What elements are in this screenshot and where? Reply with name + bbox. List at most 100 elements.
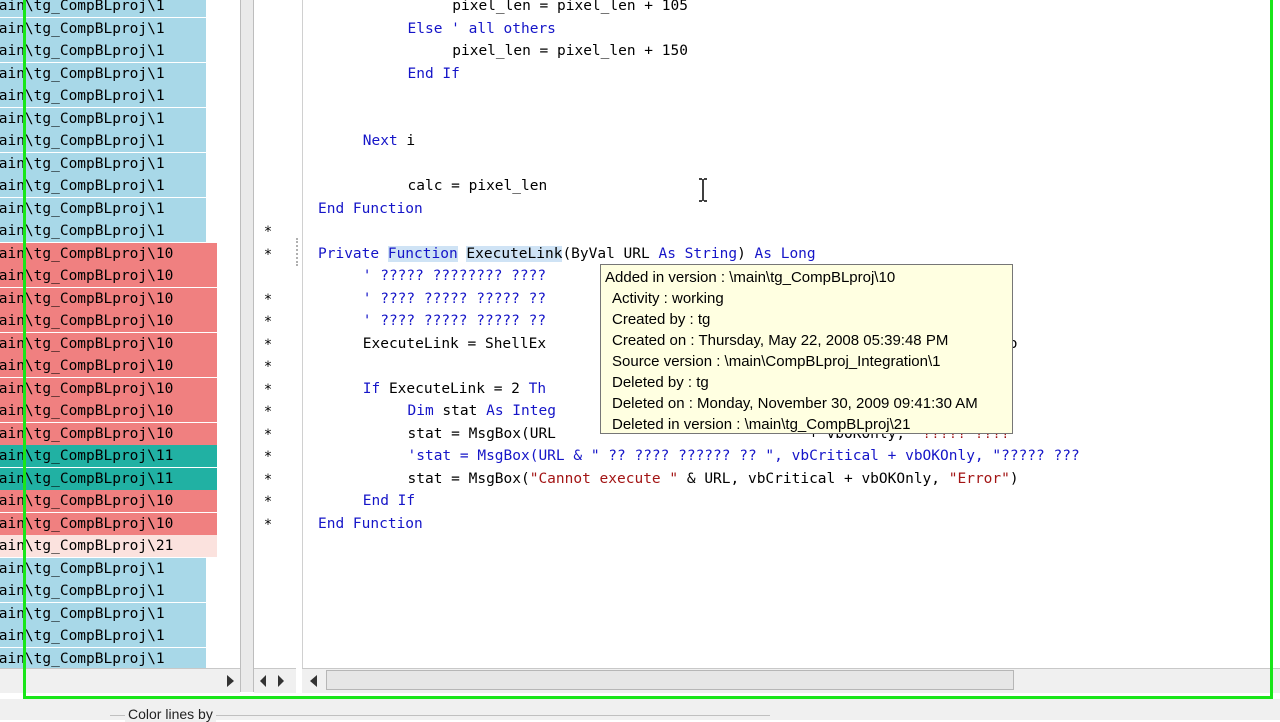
change-marker: * [264, 314, 272, 330]
version-row-label: main\tg_CompBLproj\10 [0, 425, 174, 442]
version-row-label: main\tg_CompBLproj\1 [0, 155, 165, 172]
version-row[interactable]: main\tg_CompBLproj\1 [0, 580, 206, 602]
version-row-label: main\tg_CompBLproj\1 [0, 223, 165, 239]
version-row[interactable]: main\tg_CompBLproj\1 [0, 625, 206, 647]
code-token: As Integ [486, 403, 556, 419]
version-row[interactable]: main\tg_CompBLproj\11 [0, 467, 217, 490]
version-row[interactable]: main\tg_CompBLproj\1 [0, 0, 206, 17]
version-row[interactable]: main\tg_CompBLproj\10 [0, 377, 217, 400]
version-row[interactable]: main\tg_CompBLproj\10 [0, 242, 217, 265]
code-token: 'stat = MsgBox(URL & " ?? ???? ?????? ??… [407, 448, 1080, 464]
code-line[interactable]: stat = MsgBox("Cannot execute " & URL, v… [408, 468, 1019, 490]
version-row[interactable]: main\tg_CompBLproj\1 [0, 175, 206, 197]
version-row[interactable]: main\tg_CompBLproj\1 [0, 85, 206, 107]
version-row-label: main\tg_CompBLproj\1 [0, 133, 165, 149]
code-line[interactable]: ' ????? ???????? ???? [363, 265, 546, 287]
code-line[interactable]: ' ???? ????? ????? ?? [363, 288, 546, 310]
code-token: stat [433, 403, 487, 419]
version-row[interactable]: main\tg_CompBLproj\1 [0, 220, 206, 242]
code-token: End Function [318, 200, 423, 217]
code-token: ExecuteLink [466, 245, 563, 262]
version-row[interactable]: main\tg_CompBLproj\1 [0, 40, 206, 62]
code-token: "Cannot execute " [529, 470, 679, 487]
version-row-label: main\tg_CompBLproj\21 [0, 538, 174, 554]
version-row-label: main\tg_CompBLproj\10 [0, 268, 174, 284]
arrow-right-icon[interactable] [278, 675, 284, 687]
version-row[interactable]: main\tg_CompBLproj\1 [0, 602, 206, 625]
code-token: ) [1009, 470, 1019, 487]
change-marker: * [264, 336, 272, 353]
code-line[interactable]: Private Function ExecuteLink(ByVal URL A… [318, 243, 816, 265]
pane-splitter[interactable] [240, 0, 254, 692]
arrow-right-icon[interactable] [227, 675, 234, 687]
code-token: End If [407, 65, 460, 82]
code-line[interactable]: End If [363, 490, 415, 512]
version-row[interactable]: main\tg_CompBLproj\10 [0, 422, 217, 445]
code-line[interactable]: pixel_len = pixel_len + 150 [452, 40, 688, 62]
code-line[interactable]: If ExecuteLink = 2 Th [363, 378, 546, 400]
version-row[interactable]: main\tg_CompBLproj\11 [0, 445, 217, 467]
change-marker: * [264, 449, 272, 465]
code-line[interactable]: calc = pixel_len [408, 175, 548, 197]
code-token: stat = MsgBox( [407, 470, 530, 487]
change-marker: * [264, 246, 272, 263]
version-row[interactable]: main\tg_CompBLproj\10 [0, 332, 217, 355]
version-row-label: main\tg_CompBLproj\1 [0, 583, 165, 599]
code-line[interactable]: End Function [318, 198, 423, 220]
code-token: Dim [407, 403, 434, 419]
code-line[interactable]: Else ' all others [408, 18, 556, 40]
scroll-thumb[interactable] [326, 670, 1014, 690]
marker-hscrollbar[interactable] [254, 668, 296, 693]
version-row-label: main\tg_CompBLproj\1 [0, 0, 165, 14]
version-row-label: main\tg_CompBLproj\10 [0, 493, 174, 509]
code-line[interactable]: ' ???? ????? ????? ?? [363, 310, 546, 332]
version-row-label: main\tg_CompBLproj\1 [0, 65, 165, 82]
version-pane-hscrollbar[interactable] [0, 668, 240, 693]
code-line[interactable]: End Function [318, 513, 423, 535]
version-row[interactable]: main\tg_CompBLproj\10 [0, 265, 217, 287]
version-tooltip: Added in version : \main\tg_CompBLproj\1… [600, 264, 1013, 434]
version-row-label: main\tg_CompBLproj\1 [0, 20, 165, 37]
version-row-label: main\tg_CompBLproj\1 [0, 88, 165, 104]
code-token: ExecuteLink = 2 [380, 380, 529, 397]
version-row[interactable]: main\tg_CompBLproj\21 [0, 535, 217, 557]
code-token: pixel_len = pixel_len + 150 [452, 43, 688, 59]
version-row[interactable]: main\tg_CompBLproj\10 [0, 287, 217, 310]
code-token: ' ???? ????? ????? ?? [362, 290, 547, 307]
version-annotation-pane[interactable]: main\tg_CompBLproj\1 main\tg_CompBLproj\1… [0, 0, 240, 668]
version-row[interactable]: main\tg_CompBLproj\1 [0, 62, 206, 85]
version-row[interactable]: main\tg_CompBLproj\1 [0, 17, 206, 40]
tooltip-added-in: Added in version : \main\tg_CompBLproj\1… [605, 269, 896, 286]
code-token: End Function [318, 515, 423, 532]
version-row[interactable]: main\tg_CompBLproj\10 [0, 400, 217, 422]
code-line[interactable]: 'stat = MsgBox(URL & " ?? ???? ?????? ??… [408, 445, 1080, 467]
code-token: ) [737, 245, 755, 262]
code-token: As String [658, 245, 738, 262]
version-row-label: main\tg_CompBLproj\10 [0, 380, 174, 397]
version-row[interactable]: main\tg_CompBLproj\1 [0, 647, 206, 668]
code-line[interactable]: End If [408, 63, 460, 85]
version-row[interactable]: main\tg_CompBLproj\10 [0, 310, 217, 332]
version-row[interactable]: main\tg_CompBLproj\10 [0, 490, 217, 512]
version-row[interactable]: main\tg_CompBLproj\1 [0, 107, 206, 130]
version-row[interactable]: main\tg_CompBLproj\10 [0, 355, 217, 377]
arrow-left-icon[interactable] [310, 675, 317, 687]
code-line[interactable]: Dim stat As Integ [408, 400, 556, 422]
version-row[interactable]: main\tg_CompBLproj\1 [0, 197, 206, 220]
code-hscrollbar[interactable] [302, 668, 1280, 693]
code-token: As Long [754, 245, 816, 262]
code-token: Function [387, 245, 458, 262]
code-line[interactable]: Next i [363, 130, 415, 152]
arrow-left-icon[interactable] [260, 675, 266, 687]
version-row-label: main\tg_CompBLproj\10 [0, 335, 174, 352]
code-token: ' ???? ????? ????? ?? [362, 313, 547, 329]
code-token: Private [318, 245, 388, 262]
code-line[interactable]: pixel_len = pixel_len + 105 [452, 0, 688, 17]
bottom-options-strip: Color lines by [0, 699, 1280, 722]
version-row-label: main\tg_CompBLproj\1 [0, 43, 165, 59]
version-row[interactable]: main\tg_CompBLproj\10 [0, 512, 217, 535]
version-row[interactable]: main\tg_CompBLproj\1 [0, 130, 206, 152]
code-token: ' ????? ???????? ???? [362, 268, 547, 284]
version-row[interactable]: main\tg_CompBLproj\1 [0, 152, 206, 175]
version-row[interactable]: main\tg_CompBLproj\1 [0, 557, 206, 580]
